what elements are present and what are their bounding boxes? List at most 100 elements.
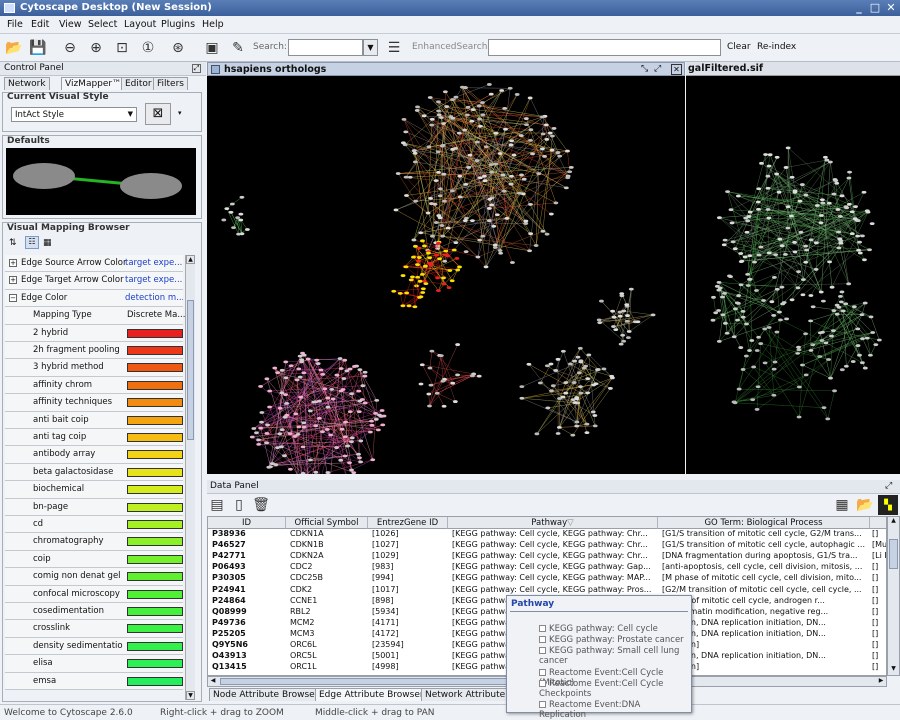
network-node[interactable] xyxy=(369,423,375,427)
table-row[interactable]: P38936 CDKN1A [1026] [KEGG pathway: Cell cy… xyxy=(208,529,886,540)
network-node[interactable] xyxy=(403,130,409,134)
network-node[interactable] xyxy=(497,152,503,155)
network-node[interactable] xyxy=(469,119,475,123)
network-node[interactable] xyxy=(592,424,598,428)
network-node[interactable] xyxy=(349,440,354,444)
network-node[interactable] xyxy=(277,406,283,410)
network-node[interactable] xyxy=(475,255,481,259)
network-node[interactable] xyxy=(338,367,344,370)
network-view-2-header[interactable]: galFiltered.sif xyxy=(686,62,900,76)
network-node[interactable] xyxy=(795,286,801,290)
network-node[interactable] xyxy=(716,309,722,312)
expand-icon[interactable]: + xyxy=(9,259,17,267)
network-node[interactable] xyxy=(792,190,798,194)
network-edge[interactable] xyxy=(446,106,543,118)
network-node[interactable] xyxy=(434,391,440,395)
network-node[interactable] xyxy=(423,282,429,286)
network-node[interactable] xyxy=(352,365,357,368)
table-vscroll-thumb[interactable] xyxy=(889,539,898,569)
network-node[interactable] xyxy=(540,132,546,136)
network-node[interactable] xyxy=(519,396,525,400)
network-node[interactable] xyxy=(717,216,722,220)
network-edge[interactable] xyxy=(429,344,458,407)
network-node[interactable] xyxy=(578,391,584,395)
vmb-color-entry[interactable]: chromatography xyxy=(5,533,183,551)
network-node[interactable] xyxy=(581,366,587,370)
network-edge[interactable] xyxy=(429,367,444,382)
scroll-up-icon[interactable]: ▲ xyxy=(186,255,195,264)
network-node[interactable] xyxy=(837,215,843,218)
network-node[interactable] xyxy=(720,295,725,299)
network-node[interactable] xyxy=(765,186,771,190)
network-node[interactable] xyxy=(544,232,550,236)
network-node[interactable] xyxy=(820,330,825,334)
network-node[interactable] xyxy=(357,368,363,372)
network-node[interactable] xyxy=(560,395,566,399)
network-node[interactable] xyxy=(511,153,517,157)
network-node[interactable] xyxy=(288,467,293,471)
network-node[interactable] xyxy=(803,244,809,248)
network-node[interactable] xyxy=(527,96,533,100)
network-node[interactable] xyxy=(620,333,626,337)
color-swatch[interactable] xyxy=(127,502,183,512)
color-swatch[interactable] xyxy=(127,572,183,582)
network-node[interactable] xyxy=(437,257,442,261)
color-swatch[interactable] xyxy=(127,450,183,460)
network-node[interactable] xyxy=(362,370,368,374)
network-node[interactable] xyxy=(626,330,632,333)
network-node[interactable] xyxy=(771,314,777,317)
network-node[interactable] xyxy=(843,364,849,368)
network-node[interactable] xyxy=(572,401,578,404)
network-node[interactable] xyxy=(766,164,772,168)
tab-editor[interactable]: Editor xyxy=(121,77,156,90)
network-node[interactable] xyxy=(283,393,288,396)
network-node[interactable] xyxy=(755,200,761,204)
expand-icon[interactable]: + xyxy=(9,276,17,285)
search-options-icon[interactable]: ☰ xyxy=(384,38,404,58)
network-node[interactable] xyxy=(357,399,363,403)
network-node[interactable] xyxy=(510,261,515,264)
vmb-color-entry[interactable]: affinity chrom xyxy=(5,376,183,395)
zoom-actual-icon[interactable]: ① xyxy=(138,38,158,58)
network-node[interactable] xyxy=(308,458,313,462)
network-node[interactable] xyxy=(307,409,313,413)
network-node[interactable] xyxy=(467,153,473,157)
network-node[interactable] xyxy=(457,174,463,178)
reindex-button[interactable]: Re-index xyxy=(757,42,796,52)
network-node[interactable] xyxy=(821,299,826,303)
network-node[interactable] xyxy=(857,251,863,255)
network-node[interactable] xyxy=(320,372,326,376)
network-node[interactable] xyxy=(441,404,447,408)
network-node[interactable] xyxy=(873,343,879,346)
zoom-fit-icon[interactable]: ⊡ xyxy=(112,38,132,58)
network-node[interactable] xyxy=(315,362,321,365)
network-node[interactable] xyxy=(329,387,335,391)
network-node[interactable] xyxy=(305,357,311,361)
network-node[interactable] xyxy=(476,374,482,378)
network-node[interactable] xyxy=(550,384,556,388)
network-node[interactable] xyxy=(254,431,259,435)
network-edge[interactable] xyxy=(521,398,578,423)
network-node[interactable] xyxy=(769,300,775,304)
network-node[interactable] xyxy=(838,300,844,304)
network-node[interactable] xyxy=(824,158,830,162)
network-node[interactable] xyxy=(835,208,841,211)
network-node[interactable] xyxy=(238,212,244,216)
network-node[interactable] xyxy=(742,255,748,259)
network-node[interactable] xyxy=(446,286,452,289)
network-node[interactable] xyxy=(843,302,849,306)
network-node[interactable] xyxy=(736,387,742,391)
vmb-color-entry[interactable]: antibody array xyxy=(5,446,183,464)
network-node[interactable] xyxy=(299,360,305,364)
network-node[interactable] xyxy=(823,155,828,159)
network-node[interactable] xyxy=(441,122,446,125)
network-node[interactable] xyxy=(716,280,722,284)
network-node[interactable] xyxy=(239,195,245,199)
network-node[interactable] xyxy=(425,211,431,215)
network-node[interactable] xyxy=(258,426,264,430)
network-node[interactable] xyxy=(453,95,459,99)
network-node[interactable] xyxy=(788,214,794,218)
network-node[interactable] xyxy=(777,310,782,314)
network-node[interactable] xyxy=(624,319,630,323)
network-node[interactable] xyxy=(553,369,559,372)
